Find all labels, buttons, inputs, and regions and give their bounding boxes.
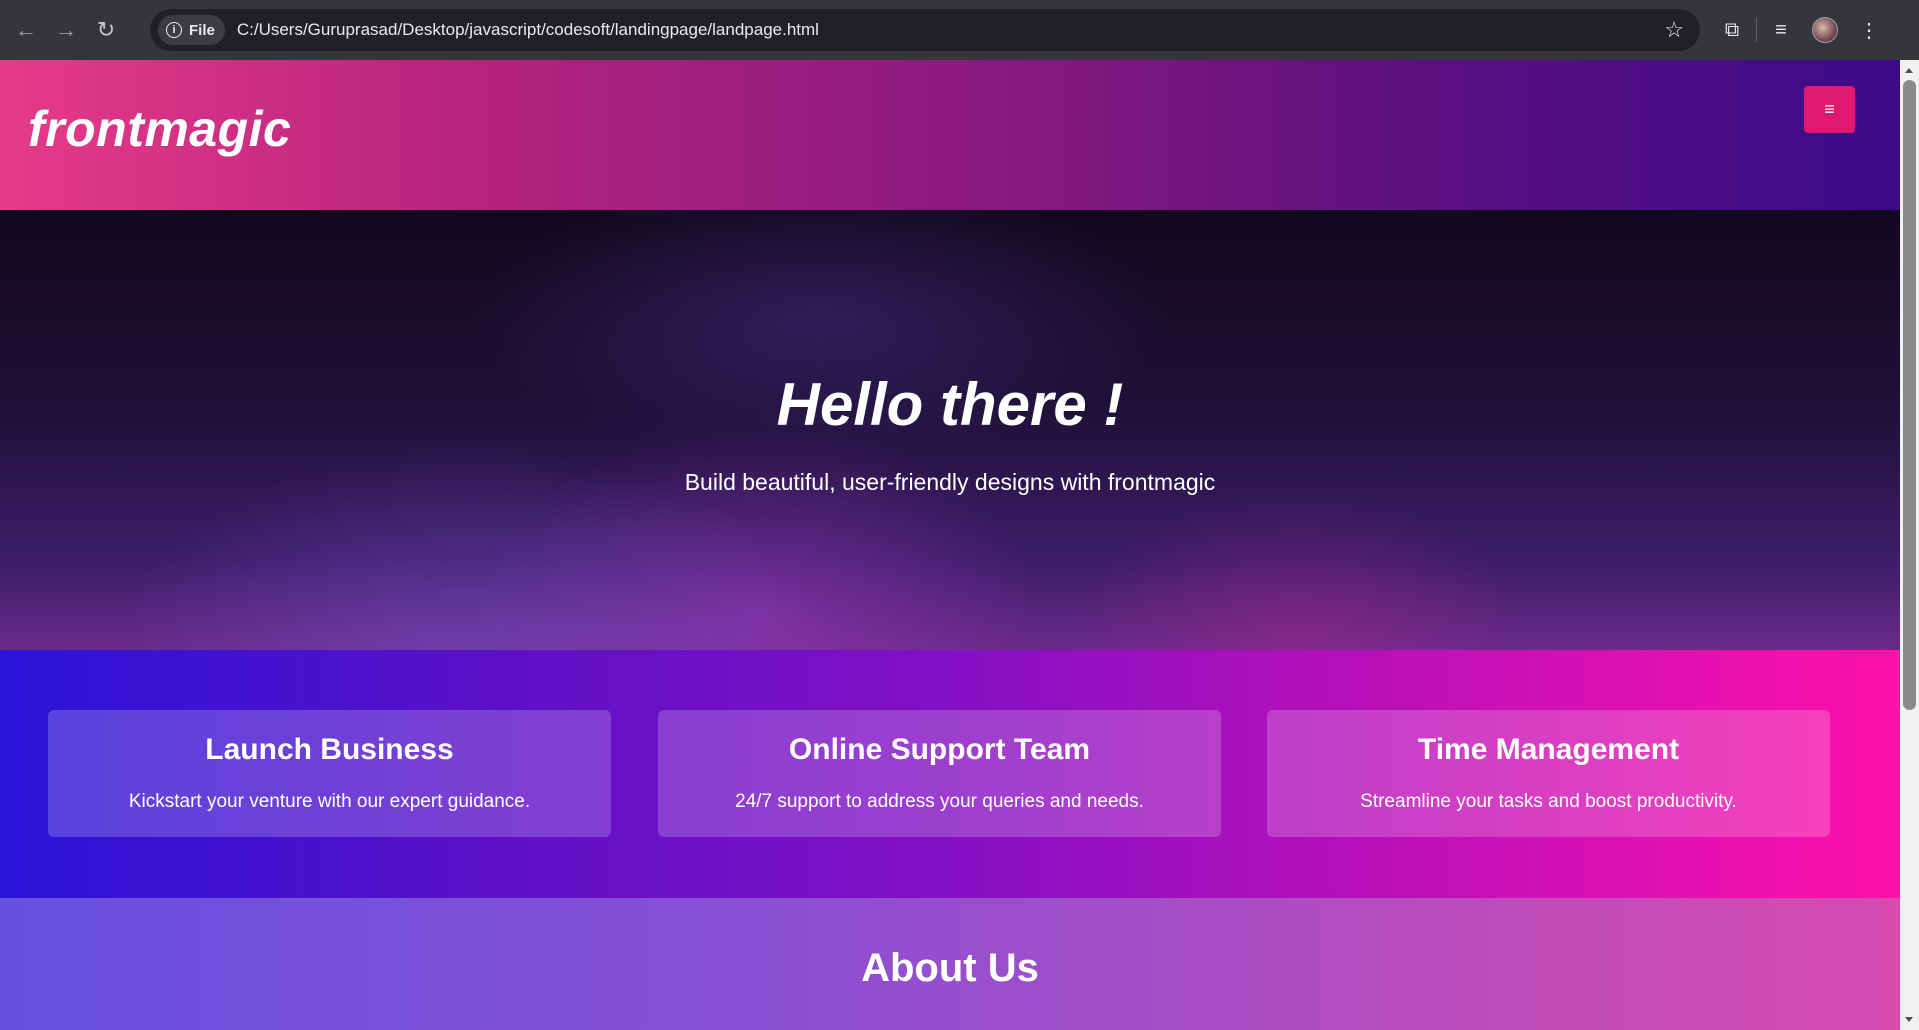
toolbar-actions: ⧉ ≡ ⋮ (1710, 10, 1891, 50)
browser-toolbar: ← → ↻ i File C:/Users/Guruprasad/Desktop… (0, 0, 1919, 60)
scroll-up-arrow-icon[interactable] (1905, 68, 1913, 73)
about-section: About Us (0, 898, 1900, 1030)
about-title: About Us (861, 946, 1039, 990)
site-logo[interactable]: frontmagic (28, 100, 291, 158)
scroll-down-arrow-icon[interactable] (1905, 1017, 1913, 1022)
scrollbar-thumb[interactable] (1903, 80, 1916, 710)
bookmark-star-icon[interactable]: ☆ (1664, 17, 1684, 43)
features-section: Launch Business Kickstart your venture w… (0, 650, 1900, 898)
feature-card-title: Online Support Team (788, 733, 1091, 766)
hero-title: Hello there ! (776, 371, 1124, 438)
url-text[interactable]: C:/Users/Guruprasad/Desktop/javascript/c… (237, 20, 819, 40)
info-icon: i (166, 22, 182, 38)
address-bar[interactable]: i File C:/Users/Guruprasad/Desktop/javas… (150, 9, 1700, 51)
feature-card-title: Launch Business (205, 733, 454, 766)
scheme-label: File (189, 21, 215, 39)
site-header: frontmagic ≡ (0, 60, 1900, 210)
toolbar-divider (1756, 18, 1757, 42)
feature-card-title: Time Management (1417, 733, 1680, 766)
hero-subtitle: Build beautiful, user-friendly designs w… (684, 469, 1216, 495)
page-viewport: frontmagic ≡ Hello there ! Build beautif… (0, 60, 1900, 1030)
hamburger-menu-button[interactable]: ≡ (1804, 86, 1855, 133)
feature-card-text: 24/7 support to address your queries and… (735, 791, 1144, 812)
site-info-chip[interactable]: i File (158, 15, 225, 45)
forward-icon[interactable]: → (46, 10, 86, 50)
feature-card-text: Streamline your tasks and boost producti… (1360, 791, 1737, 812)
browser-menu-icon[interactable]: ⋮ (1847, 10, 1891, 50)
back-icon[interactable]: ← (6, 10, 46, 50)
extensions-icon[interactable]: ⧉ (1710, 10, 1754, 50)
hero-section: Hello there ! Build beautiful, user-frie… (0, 210, 1900, 650)
page-scrollbar[interactable] (1900, 60, 1919, 1030)
feature-card-time-management: Time Management Streamline your tasks an… (1267, 710, 1830, 837)
avatar-icon (1812, 17, 1838, 43)
reload-icon[interactable]: ↻ (86, 10, 126, 50)
media-controls-icon[interactable]: ≡ (1759, 10, 1803, 50)
feature-card-launch-business: Launch Business Kickstart your venture w… (48, 710, 611, 837)
feature-card-online-support: Online Support Team 24/7 support to addr… (658, 710, 1221, 837)
feature-card-text: Kickstart your venture with our expert g… (128, 791, 531, 812)
profile-avatar[interactable] (1803, 10, 1847, 50)
